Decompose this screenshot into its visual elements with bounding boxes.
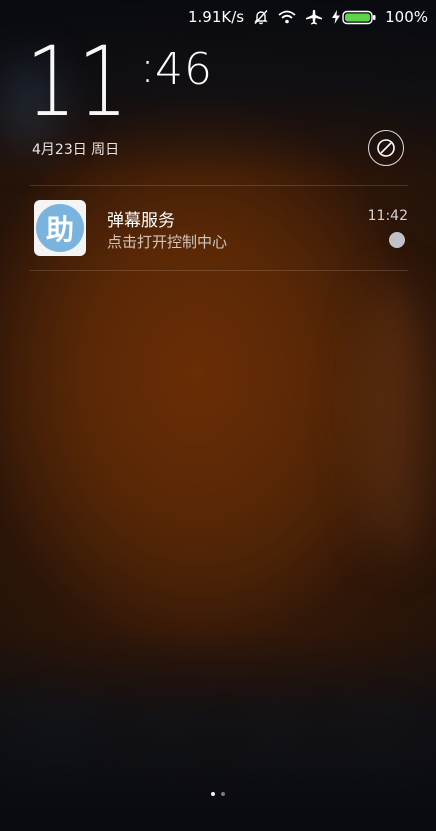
- clear-notifications-button[interactable]: [368, 130, 404, 166]
- clock-minutes: 46: [154, 44, 213, 95]
- wallpaper-blur-shape: [340, 720, 410, 780]
- notification-time: 11:42: [367, 208, 408, 224]
- notification-card[interactable]: 助 弹幕服务 点击打开控制中心 11:42: [30, 190, 408, 266]
- lockscreen-clock: 11 : 46: [26, 34, 213, 134]
- prohibited-icon: [376, 138, 396, 158]
- app-icon-badge: 助: [36, 204, 84, 252]
- divider: [30, 270, 408, 271]
- battery-percent: 100%: [385, 8, 428, 26]
- clock-colon: :: [140, 42, 155, 93]
- app-icon: 助: [34, 200, 86, 256]
- wallpaper-blur-shape: [240, 720, 310, 780]
- wallpaper-blur-shape: [20, 715, 100, 785]
- app-icon-glyph: 助: [45, 213, 74, 246]
- bell-off-icon: [253, 9, 269, 25]
- notification-expand-indicator[interactable]: [389, 232, 405, 248]
- wallpaper-blur-shape: [360, 280, 430, 560]
- lockscreen-date: 4月23日 周日: [32, 142, 120, 158]
- wallpaper-blur-shape: [135, 720, 205, 780]
- divider: [30, 185, 408, 186]
- notification-body: 点击打开控制中心: [107, 233, 228, 251]
- page-dot: [221, 792, 225, 796]
- page-dot: [211, 792, 215, 796]
- network-speed: 1.91K/s: [188, 8, 245, 26]
- battery-indicator: [332, 10, 376, 25]
- wifi-icon: [278, 10, 296, 24]
- airplane-icon: [305, 9, 323, 25]
- charging-icon: [332, 10, 341, 24]
- notification-title: 弹幕服务: [107, 211, 175, 231]
- page-indicator: [0, 792, 436, 796]
- battery-icon: [342, 10, 376, 25]
- clock-hours: 11: [26, 26, 130, 138]
